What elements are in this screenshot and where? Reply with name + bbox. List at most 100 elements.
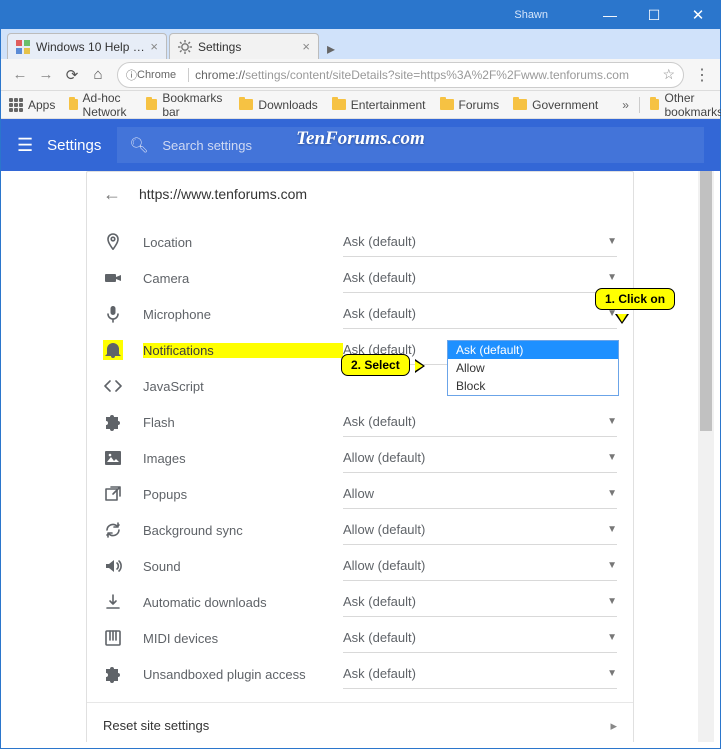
bookmark-folder[interactable]: Bookmarks bar <box>146 91 225 119</box>
apps-shortcut[interactable]: Apps <box>9 98 55 112</box>
bookmark-label: Entertainment <box>351 98 426 112</box>
permission-value: Ask (default) <box>343 414 607 429</box>
bookmark-folder[interactable]: Government <box>513 98 598 112</box>
window-maximize-button[interactable]: ☐ <box>632 1 676 29</box>
callout-arrow-1 <box>615 314 629 324</box>
caret-down-icon: ▼ <box>607 668 617 679</box>
tab-close-icon[interactable]: × <box>150 39 158 54</box>
browser-tab-title: Windows 10 Help Forums <box>36 40 146 54</box>
separator <box>188 68 189 82</box>
callout-select: 2. Select <box>341 354 410 376</box>
caret-down-icon: ▼ <box>607 272 617 283</box>
permission-select[interactable]: Ask (default)▼ <box>343 407 617 437</box>
caret-down-icon: ▼ <box>607 488 617 499</box>
callout-click-on: 1. Click on <box>595 288 675 310</box>
nav-forward-button: → <box>33 62 59 88</box>
permission-row-plugin: Unsandboxed plugin accessAsk (default)▼ <box>87 656 633 692</box>
permission-value: Ask (default) <box>343 270 607 285</box>
search-placeholder: Search settings <box>162 138 252 153</box>
permission-value: Ask (default) <box>343 234 607 249</box>
card-header: ← https://www.tenforums.com <box>87 172 633 216</box>
window-minimize-button[interactable]: — <box>588 1 632 29</box>
settings-search-input[interactable]: 🔍︎ Search settings <box>117 127 704 163</box>
folder-icon <box>69 99 77 110</box>
titlebar-user: Shawn <box>514 9 548 21</box>
folder-icon <box>239 99 253 110</box>
caret-down-icon: ▼ <box>607 452 617 463</box>
download-icon <box>103 592 123 612</box>
notifications-dropdown-menu[interactable]: Ask (default) Allow Block <box>447 340 619 396</box>
camera-icon <box>103 268 123 288</box>
reset-site-settings-button[interactable]: Reset site settings ▸ <box>87 702 633 742</box>
permission-select[interactable]: Ask (default)▼ <box>343 263 617 293</box>
permission-label: Notifications <box>143 343 343 358</box>
permission-value: Allow <box>343 486 607 501</box>
caret-down-icon: ▼ <box>607 236 617 247</box>
permission-select[interactable]: Allow (default)▼ <box>343 443 617 473</box>
vertical-scrollbar[interactable] <box>698 171 714 742</box>
search-icon: 🔍︎ <box>129 136 148 154</box>
bookmark-folder[interactable]: Forums <box>440 98 500 112</box>
permission-select[interactable]: Allow (default)▼ <box>343 515 617 545</box>
bookmarks-bar: Apps Ad-hoc Network Bookmarks bar Downlo… <box>1 91 720 119</box>
nav-reload-button[interactable]: ⟳ <box>59 62 85 88</box>
browser-tab-title: Settings <box>198 40 298 54</box>
folder-icon <box>332 99 346 110</box>
bookmark-star-icon[interactable]: ☆ <box>662 66 675 83</box>
midi-icon <box>103 628 123 648</box>
permission-select[interactable]: Allow▼ <box>343 479 617 509</box>
location-icon <box>103 232 123 252</box>
dropdown-option-block[interactable]: Block <box>448 377 618 395</box>
security-chip[interactable]: ⓘ Chrome <box>126 67 176 83</box>
scrollbar-thumb[interactable] <box>700 171 712 431</box>
settings-title: Settings <box>47 137 101 154</box>
permission-select[interactable]: Ask (default)▼ <box>343 227 617 257</box>
bookmark-folder[interactable]: Downloads <box>239 98 317 112</box>
nav-back-button[interactable]: ← <box>7 62 33 88</box>
separator <box>639 97 640 113</box>
puzzle-icon <box>103 412 123 432</box>
site-url: https://www.tenforums.com <box>139 186 307 202</box>
browser-tab-0[interactable]: Windows 10 Help Forums × <box>7 33 167 59</box>
bookmark-folder[interactable]: Entertainment <box>332 98 426 112</box>
dropdown-option-allow[interactable]: Allow <box>448 359 618 377</box>
permission-select[interactable]: Ask (default)▼ <box>343 623 617 653</box>
bell-icon <box>103 340 123 360</box>
permission-select[interactable]: Ask (default)▼ <box>343 659 617 689</box>
permission-select[interactable]: Ask (default)▼ <box>343 587 617 617</box>
back-arrow-button[interactable]: ← <box>103 184 121 205</box>
url-scheme: chrome:// <box>195 68 245 82</box>
caret-down-icon: ▼ <box>607 632 617 643</box>
permission-value: Ask (default) <box>343 630 607 645</box>
permission-row-popup: PopupsAllow▼ <box>87 476 633 512</box>
browser-menu-button[interactable]: ⋮ <box>690 65 714 85</box>
chevron-right-icon: ▸ <box>610 718 617 734</box>
window-close-button[interactable]: ✕ <box>676 1 720 29</box>
bookmark-label: Government <box>532 98 598 112</box>
permission-value: Ask (default) <box>343 306 607 321</box>
dropdown-option-ask[interactable]: Ask (default) <box>448 341 618 359</box>
tab-close-icon[interactable]: × <box>302 39 310 54</box>
callout-arrow-2 <box>415 359 425 373</box>
folder-icon <box>146 99 157 110</box>
settings-menu-button[interactable]: ☰ <box>17 135 33 156</box>
address-bar[interactable]: ⓘ Chrome chrome://settings/content/siteD… <box>117 62 684 88</box>
bookmark-label: Downloads <box>258 98 317 112</box>
permission-label: Location <box>143 235 343 250</box>
permission-select[interactable]: Allow (default)▼ <box>343 551 617 581</box>
url-path: settings/content/siteDetails?site=https%… <box>245 68 629 82</box>
permission-row-sync: Background syncAllow (default)▼ <box>87 512 633 548</box>
browser-tabstrip: Windows 10 Help Forums × Settings × ▸ <box>1 29 720 59</box>
new-tab-button[interactable]: ▸ <box>321 39 341 59</box>
browser-tab-1[interactable]: Settings × <box>169 33 319 59</box>
nav-home-button[interactable]: ⌂ <box>85 62 111 88</box>
tenforums-favicon <box>16 40 30 54</box>
other-bookmarks-folder[interactable]: Other bookmarks <box>650 91 721 119</box>
bookmark-label: Other bookmarks <box>664 91 721 119</box>
permission-row-location: LocationAsk (default)▼ <box>87 224 633 260</box>
folder-icon <box>440 99 454 110</box>
permission-row-camera: CameraAsk (default)▼ <box>87 260 633 296</box>
permission-select[interactable]: Ask (default)▼ <box>343 299 617 329</box>
bookmarks-overflow-button[interactable]: » <box>622 98 629 112</box>
bookmark-folder[interactable]: Ad-hoc Network <box>69 91 132 119</box>
